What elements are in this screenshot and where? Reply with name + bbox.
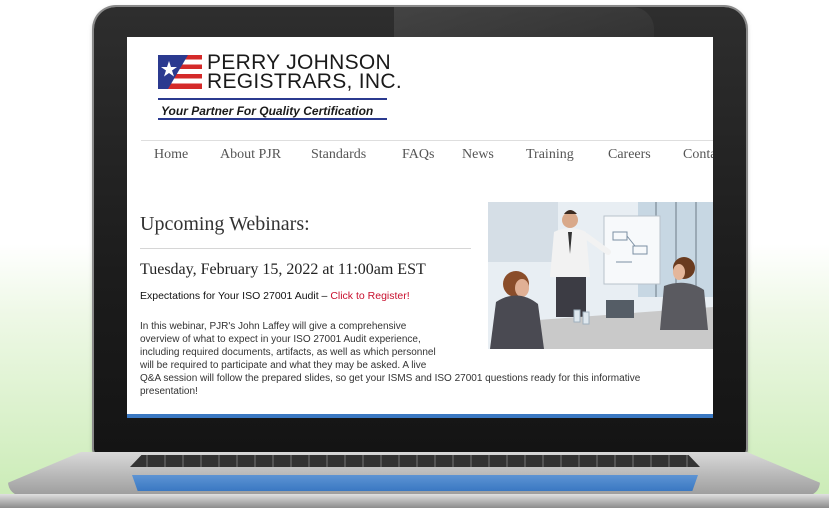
laptop-palmrest <box>132 475 698 491</box>
logo-company-name-line2[interactable]: REGISTRARS, INC. <box>207 71 402 92</box>
browser-viewport: PERRY JOHNSON REGISTRARS, INC. Your Part… <box>127 37 713 418</box>
flag-logo-icon[interactable] <box>158 55 202 89</box>
nav-item-faqs[interactable]: FAQs <box>402 147 434 163</box>
nav-top-divider <box>141 140 713 141</box>
description-line: Q&A session will follow the prepared sli… <box>140 373 641 384</box>
nav-item-home[interactable]: Home <box>154 147 188 163</box>
logo-tagline: Your Partner For Quality Certification <box>158 98 387 120</box>
nav-item-about-pjr[interactable]: About PJR <box>220 147 281 163</box>
nav-item-contact[interactable]: Conta <box>683 147 713 163</box>
webinar-meeting-photo <box>488 202 713 349</box>
webinar-title: Expectations for Your ISO 27001 Audit – <box>140 290 331 302</box>
nav-item-careers[interactable]: Careers <box>608 147 651 163</box>
upcoming-webinars-heading: Upcoming Webinars: <box>140 213 310 235</box>
nav-item-standards[interactable]: Standards <box>311 147 366 163</box>
webinar-title-line: Expectations for Your ISO 27001 Audit – … <box>140 290 410 302</box>
laptop-front-edge <box>0 494 829 508</box>
heading-divider <box>140 248 471 249</box>
webinar-date: Tuesday, February 15, 2022 at 11:00am ES… <box>140 261 426 278</box>
nav-item-news[interactable]: News <box>462 147 494 163</box>
laptop-keyboard <box>130 455 700 467</box>
screen-bottom-accent <box>127 414 713 418</box>
register-link[interactable]: Click to Register! <box>330 290 409 302</box>
nav-item-training[interactable]: Training <box>526 147 574 163</box>
description-line: will be required to participate and what… <box>140 360 427 371</box>
description-line: presentation! <box>140 386 198 397</box>
main-navigation: Home About PJR Standards FAQs News Train… <box>127 147 713 171</box>
